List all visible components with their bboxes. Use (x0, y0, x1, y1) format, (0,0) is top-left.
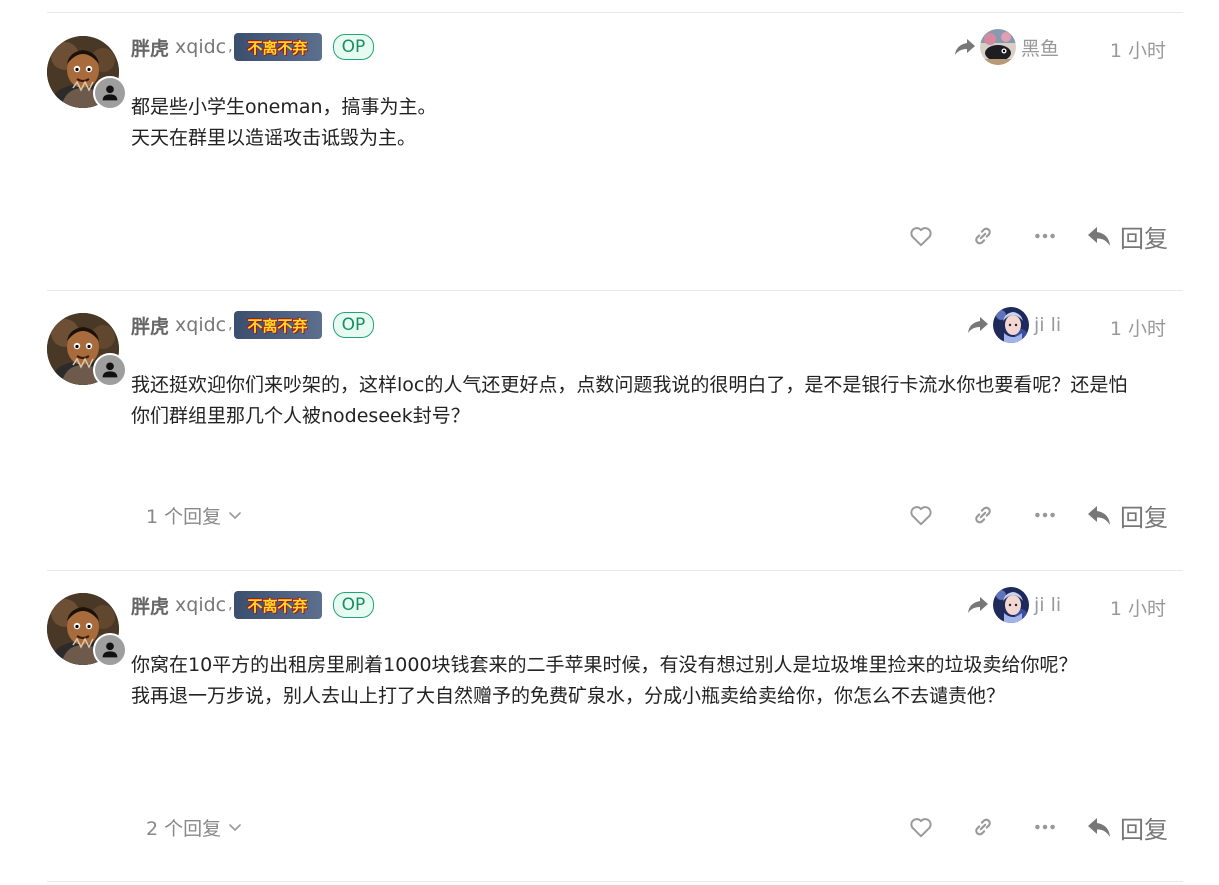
username[interactable]: 胖虎 (131, 312, 169, 339)
chevron-down-icon (227, 819, 243, 835)
title-badge-text: 不离不弃 (247, 316, 308, 335)
post-1: 胖虎 xqidc , 不离不弃 OP 黑鱼 1 小时 都是些小学生oneman，… (47, 12, 1183, 290)
show-replies-button[interactable]: 2 个回复 (146, 809, 243, 845)
post-names: 胖虎 xqidc , 不离不弃 OP (131, 33, 375, 61)
copy-link-button[interactable] (952, 218, 1014, 254)
post-divider (47, 12, 1183, 13)
ellipsis-icon (1032, 814, 1058, 840)
ellipsis-icon (1032, 502, 1058, 528)
reply-to[interactable]: ji li (967, 587, 1061, 623)
op-badge: OP (332, 312, 375, 338)
post-2: 胖虎 xqidc , 不离不弃 OP ji li 1 小时 我还挺欢迎你们来吵架… (47, 290, 1183, 570)
user-icon (93, 76, 127, 110)
user-avatar[interactable] (47, 313, 127, 387)
like-button[interactable] (890, 809, 952, 845)
reply-to-avatar (980, 29, 1016, 65)
heart-icon (908, 502, 934, 528)
reply-button[interactable]: 回复 (1086, 810, 1168, 845)
post-divider (47, 290, 1183, 291)
op-badge: OP (332, 34, 375, 60)
reply-icon (1086, 815, 1112, 839)
reply-button-label: 回复 (1120, 503, 1168, 532)
user-title-badge: 不离不弃 (233, 591, 322, 619)
post-3: 胖虎 xqidc , 不离不弃 OP ji li 1 小时 你窝在10平方的出租… (47, 570, 1183, 882)
full-name[interactable]: xqidc (175, 314, 226, 336)
full-name[interactable]: xqidc (175, 594, 226, 616)
share-arrow-icon (967, 595, 989, 615)
reply-to-name: ji li (1034, 594, 1062, 616)
op-badge: OP (332, 592, 375, 618)
user-icon (93, 633, 127, 667)
post-actions: 回复 (890, 218, 1168, 254)
post-date[interactable]: 1 小时 (1110, 314, 1166, 341)
user-title-badge: 不离不弃 (233, 311, 322, 339)
post-names: 胖虎 xqidc , 不离不弃 OP (131, 311, 375, 339)
post-paragraph: 都是些小学生oneman，搞事为主。 (131, 96, 437, 118)
reply-button-label: 回复 (1120, 224, 1168, 253)
post-divider (47, 881, 1183, 882)
post-paragraph: 我还挺欢迎你们来吵架的，这样loc的人气还更好点，点数问题我说的很明白了，是不是… (131, 374, 1128, 427)
post-body: 我还挺欢迎你们来吵架的，这样loc的人气还更好点，点数问题我说的很明白了，是不是… (131, 370, 1141, 432)
replies-count: 1 个回复 (146, 505, 222, 528)
share-arrow-icon (954, 37, 976, 57)
post-date[interactable]: 1 小时 (1110, 36, 1166, 63)
show-replies-button[interactable]: 1 个回复 (146, 497, 243, 533)
post-body: 你窝在10平方的出租房里刷着1000块钱套来的二手苹果时候，有没有想过别人是垃圾… (131, 650, 1141, 712)
reply-to-name: 黑鱼 (1021, 37, 1060, 60)
post-divider (47, 570, 1183, 571)
post-names: 胖虎 xqidc , 不离不弃 OP (131, 591, 375, 619)
reply-to[interactable]: ji li (967, 307, 1061, 343)
post-paragraph: 你窝在10平方的出租房里刷着1000块钱套来的二手苹果时候，有没有想过别人是垃圾… (131, 654, 1078, 676)
link-icon (970, 814, 996, 840)
like-button[interactable] (890, 497, 952, 533)
ellipsis-icon (1032, 223, 1058, 249)
more-button[interactable] (1014, 809, 1076, 845)
separator: , (228, 317, 233, 333)
username[interactable]: 胖虎 (131, 592, 169, 619)
username[interactable]: 胖虎 (131, 34, 169, 61)
reply-to[interactable]: 黑鱼 (954, 29, 1059, 65)
reply-to-name: ji li (1034, 314, 1062, 336)
replies-count: 2 个回复 (146, 817, 222, 840)
link-icon (970, 223, 996, 249)
heart-icon (908, 814, 934, 840)
user-avatar[interactable] (47, 593, 127, 667)
reply-to-avatar (993, 587, 1029, 623)
post-date[interactable]: 1 小时 (1110, 594, 1166, 621)
heart-icon (908, 223, 934, 249)
user-avatar[interactable] (47, 36, 127, 110)
reply-button-label: 回复 (1120, 815, 1168, 844)
copy-link-button[interactable] (952, 809, 1014, 845)
reply-to-avatar (993, 307, 1029, 343)
post-actions: 回复 (890, 809, 1168, 845)
chevron-down-icon (227, 507, 243, 523)
like-button[interactable] (890, 218, 952, 254)
title-badge-text: 不离不弃 (247, 596, 308, 615)
reply-button[interactable]: 回复 (1086, 219, 1168, 254)
reply-button[interactable]: 回复 (1086, 498, 1168, 533)
post-paragraph: 我再退一万步说，别人去山上打了大自然赠予的免费矿泉水，分成小瓶卖给卖给你，你怎么… (131, 685, 1006, 707)
more-button[interactable] (1014, 497, 1076, 533)
copy-link-button[interactable] (952, 497, 1014, 533)
post-actions: 回复 (890, 497, 1168, 533)
separator: , (228, 39, 233, 55)
share-arrow-icon (967, 315, 989, 335)
post-paragraph: 天天在群里以造谣攻击诋毁为主。 (131, 127, 417, 149)
user-title-badge: 不离不弃 (233, 33, 322, 61)
separator: , (228, 597, 233, 613)
post-body: 都是些小学生oneman，搞事为主。 天天在群里以造谣攻击诋毁为主。 (131, 92, 1141, 154)
user-icon (93, 353, 127, 387)
reply-icon (1086, 503, 1112, 527)
full-name[interactable]: xqidc (175, 36, 226, 58)
title-badge-text: 不离不弃 (247, 38, 308, 57)
reply-icon (1086, 224, 1112, 248)
link-icon (970, 502, 996, 528)
more-button[interactable] (1014, 218, 1076, 254)
